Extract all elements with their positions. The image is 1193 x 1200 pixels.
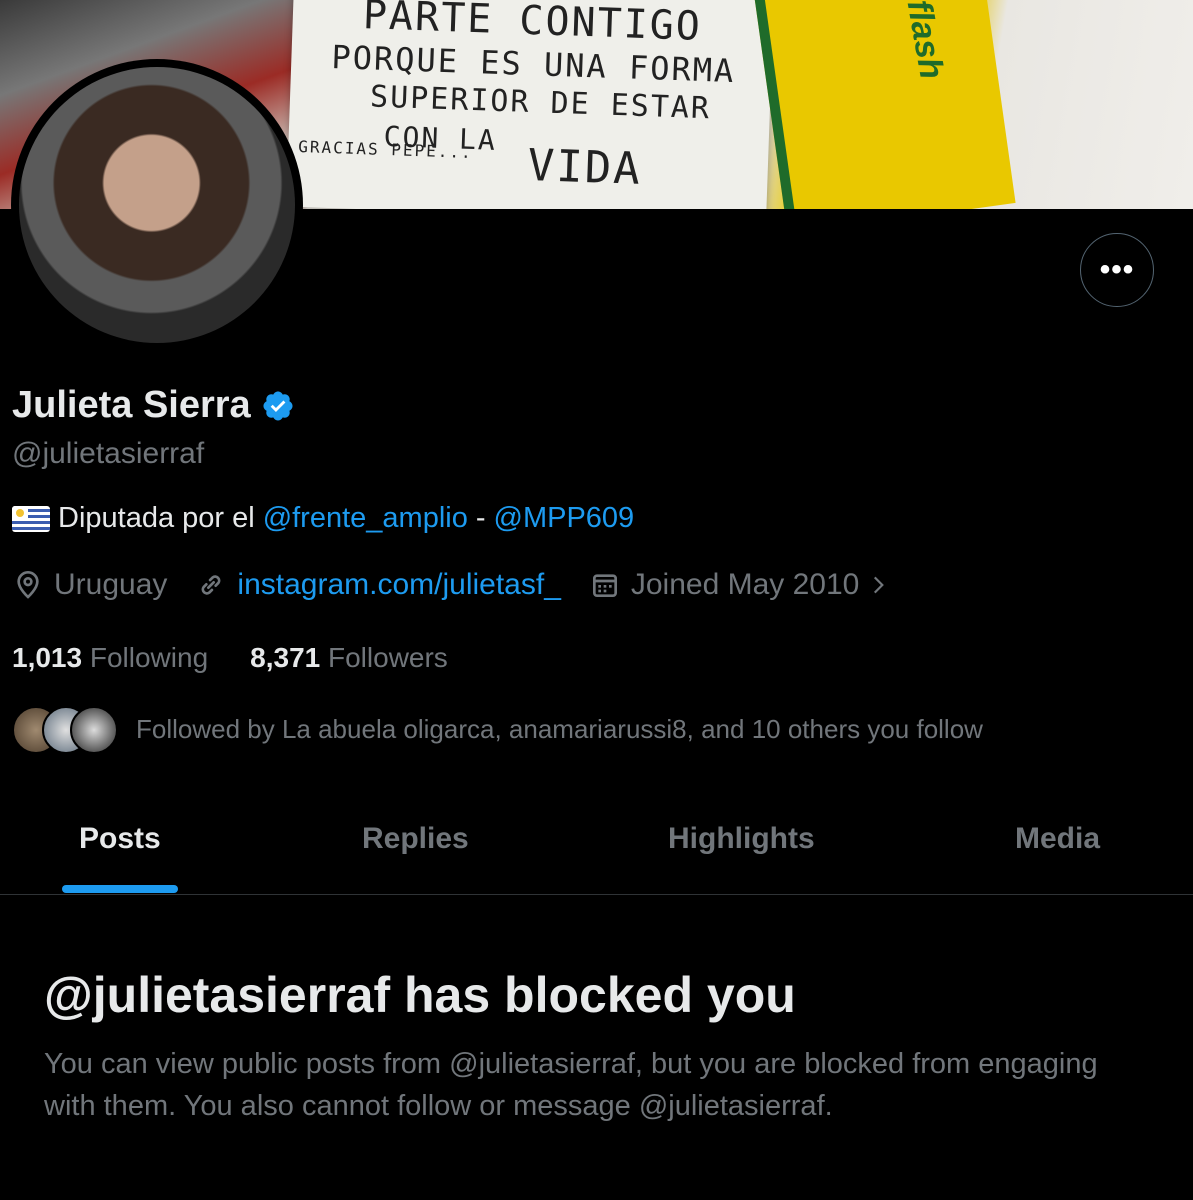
bio-text: Diputada por el <box>58 502 255 534</box>
profile-avatar[interactable] <box>11 59 303 351</box>
banner-handwritten-note: PARTE CONTIGO PORQUE ES UNA FORMA SUPERI… <box>286 0 774 209</box>
more-options-button[interactable]: ••• <box>1080 233 1154 307</box>
profile-name-row: Julieta Sierra <box>12 384 295 427</box>
avatar-photo <box>19 67 295 343</box>
profile-meta: Uruguay instagram.com/julietasf_ Joined … <box>12 568 919 602</box>
following-count: 1,013 <box>12 642 83 673</box>
bio-mention-mpp609[interactable]: @MPP609 <box>494 502 635 535</box>
more-dots-icon: ••• <box>1099 253 1135 286</box>
bio-mention-frente-amplio[interactable]: @frente_amplio <box>263 502 468 535</box>
profile-bio: Diputada por el @frente_amplio - @MPP609 <box>12 502 634 535</box>
followers-count: 8,371 <box>250 642 321 673</box>
follow-stats: 1,013 Following 8,371 Followers <box>12 642 448 674</box>
verified-badge-icon[interactable] <box>261 389 295 423</box>
note-line-5: VIDA <box>526 139 643 195</box>
tab-posts[interactable]: Posts <box>79 822 161 856</box>
active-tab-indicator <box>62 885 178 893</box>
location-pin-icon <box>17 571 39 599</box>
tab-replies[interactable]: Replies <box>362 822 469 856</box>
joined-date: Joined May 2010 <box>630 568 860 601</box>
following-label: Following <box>89 642 209 673</box>
banner-yellow-shirt <box>754 0 1016 209</box>
calendar-icon <box>592 574 617 597</box>
followers-stat[interactable]: 8,371 Followers <box>250 642 448 674</box>
joined-item[interactable]: Joined May 2010 <box>589 568 892 602</box>
link-icon <box>201 575 221 595</box>
following-stat[interactable]: 1,013 Following <box>12 642 208 674</box>
chevron-right-icon <box>874 576 885 594</box>
bio-separator: - <box>475 502 486 534</box>
website-link[interactable]: instagram.com/julietasf_ <box>237 568 560 602</box>
uruguay-flag-icon <box>12 505 50 532</box>
blocked-description: You can view public posts from @julietas… <box>44 1048 1098 1122</box>
profile-handle: @julietasierraf <box>12 437 205 470</box>
blocked-title: @julietasierraf has blocked you <box>44 967 796 1023</box>
followed-by-text: Followed by La abuela oligarca, anamaria… <box>136 713 983 744</box>
website-item[interactable]: instagram.com/julietasf_ <box>195 568 561 602</box>
display-name: Julieta Sierra <box>12 384 251 426</box>
mutual-avatar-3 <box>70 706 118 754</box>
location-item: Uruguay <box>12 568 167 602</box>
profile-tabs: Posts Replies Highlights Media <box>0 792 1193 895</box>
followers-label: Followers <box>328 642 448 673</box>
mutual-avatars <box>12 706 118 754</box>
location-text: Uruguay <box>54 568 168 601</box>
followed-by-row[interactable]: Followed by La abuela oligarca, anamaria… <box>12 706 983 754</box>
tab-media[interactable]: Media <box>1015 822 1100 856</box>
tab-highlights[interactable]: Highlights <box>668 822 815 856</box>
